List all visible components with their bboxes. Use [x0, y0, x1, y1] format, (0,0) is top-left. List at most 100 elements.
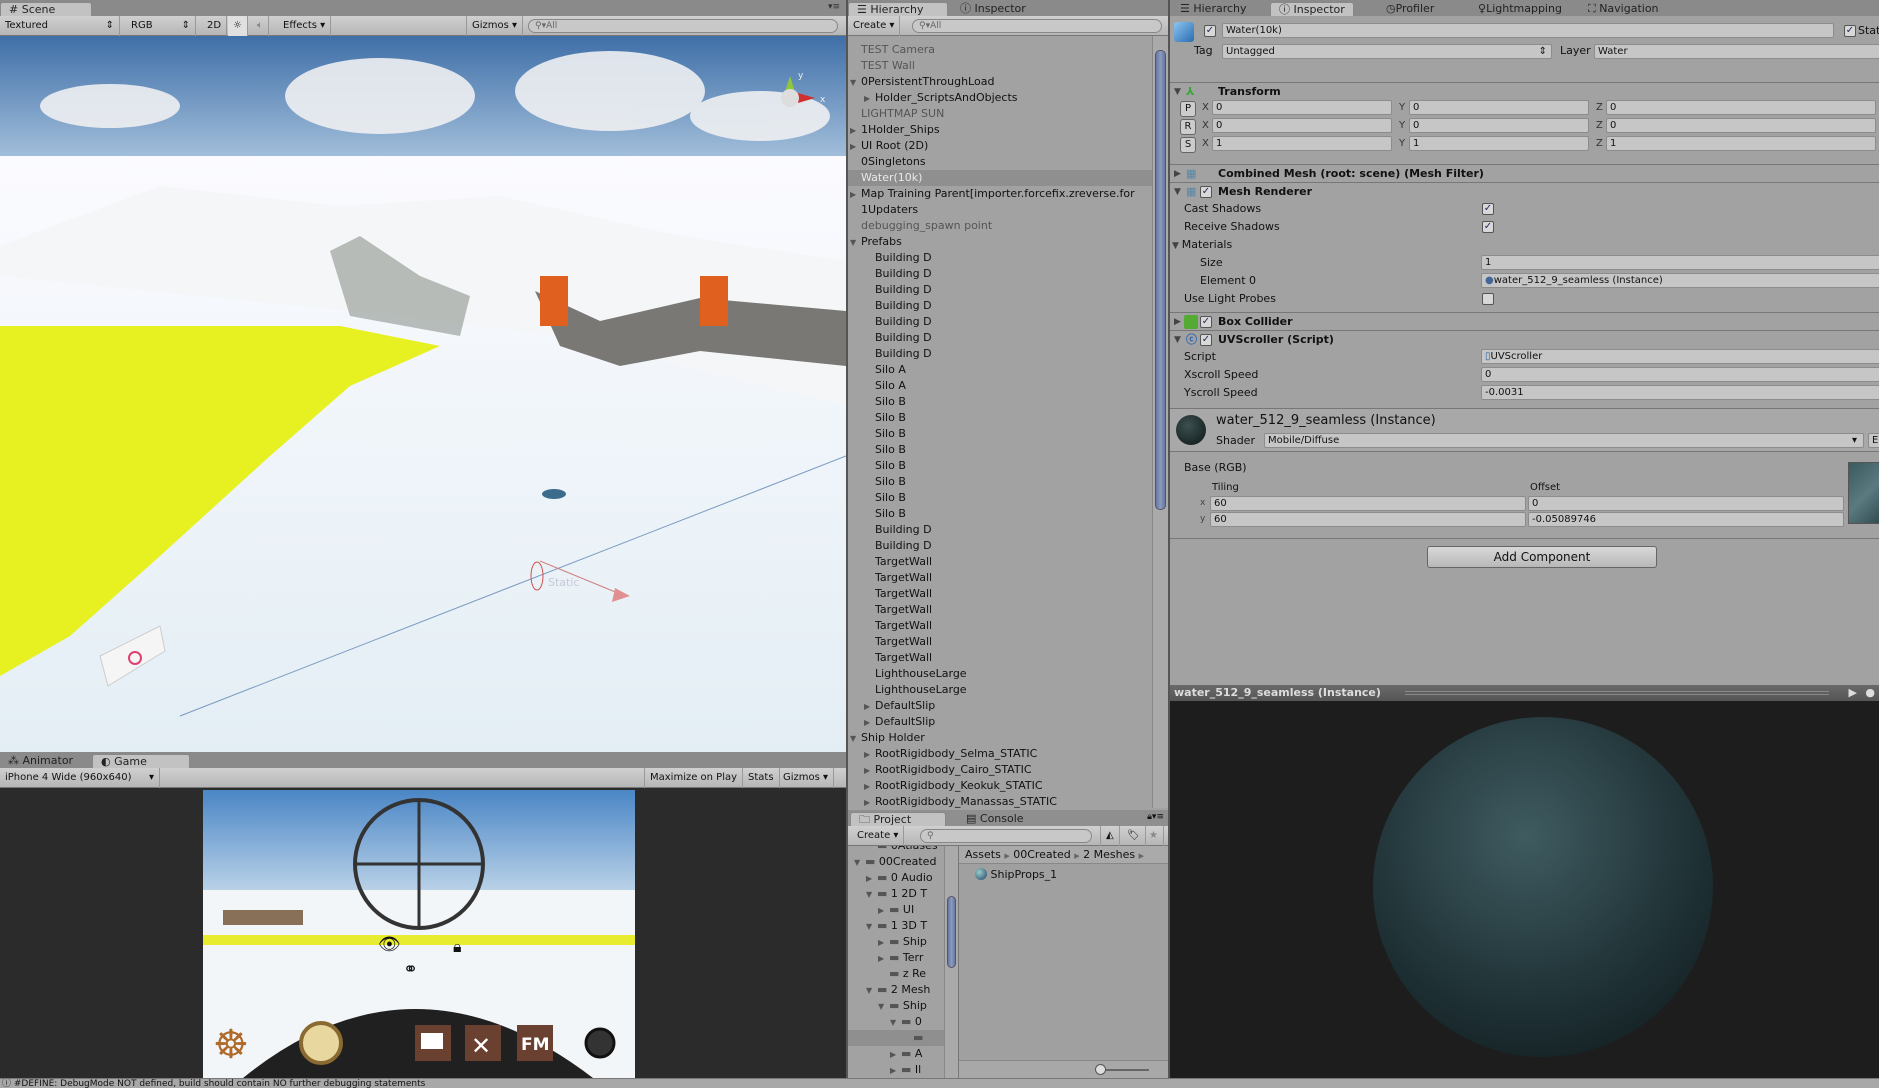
panel-menu-icon[interactable]: ▾≡ [828, 2, 840, 12]
hierarchy-item[interactable]: 0Singletons [848, 154, 1152, 170]
tab-scene[interactable]: # Scene [0, 2, 92, 16]
hierarchy-item[interactable]: Water(10k) [848, 170, 1152, 186]
tab-console[interactable]: ▤ Console [958, 812, 1032, 826]
hierarchy-item[interactable]: Building D [848, 330, 1152, 346]
foldout-arrow-icon[interactable]: ▶ [878, 951, 889, 966]
hierarchy-item[interactable]: 1Updaters [848, 202, 1152, 218]
tab-game[interactable]: ◐ Game [92, 754, 190, 768]
scrollbar-thumb[interactable] [947, 896, 956, 968]
stats-toggle[interactable]: Stats [743, 768, 780, 788]
xscroll-speed-input[interactable]: 0 [1481, 367, 1879, 382]
hierarchy-item[interactable]: ▶ UI Root (2D) [848, 138, 1152, 154]
foldout-arrow-icon[interactable]: ▶ [864, 747, 875, 762]
tiling-y-input[interactable]: 60 [1210, 512, 1526, 527]
foldout-arrow-icon[interactable]: ▼ [890, 1015, 901, 1030]
hierarchy-item[interactable]: Building D [848, 266, 1152, 282]
scene-viewport[interactable]: Static y x [0, 36, 846, 752]
transform-header[interactable]: ▼ ⅄ Transform [1170, 82, 1879, 100]
foldout-arrow-icon[interactable]: ▶ [864, 795, 875, 808]
resolution-dropdown[interactable]: iPhone 4 Wide (960x640) ▾ [0, 768, 160, 788]
hierarchy-item[interactable]: Silo B [848, 394, 1152, 410]
hierarchy-item[interactable]: ▶ RootRigidbody_Manassas_STATIC [848, 794, 1152, 808]
add-component-button[interactable]: Add Component [1427, 546, 1657, 568]
hierarchy-item[interactable]: ▶ DefaultSlip [848, 698, 1152, 714]
project-folder[interactable]: ▶ ▬ Terr [848, 950, 944, 966]
uvscroller-enabled-checkbox[interactable]: ✓ [1200, 334, 1212, 346]
hierarchy-item[interactable]: TargetWall [848, 650, 1152, 666]
hierarchy-item[interactable]: debugging_spawn point [848, 218, 1152, 234]
foldout-arrow-icon[interactable]: ▶ [878, 935, 889, 950]
tab-hierarchy-2[interactable]: ☰ Hierarchy [1172, 2, 1255, 16]
foldout-arrow-icon[interactable]: ▶ [850, 123, 861, 138]
foldout-arrow-icon[interactable]: ▶ [890, 1047, 901, 1062]
hierarchy-item[interactable]: Silo A [848, 378, 1152, 394]
project-folder[interactable]: ▶ ▬ A [848, 1046, 944, 1062]
shader-edit-button[interactable]: E [1868, 433, 1879, 448]
transform-s-y-input[interactable]: 1 [1409, 136, 1589, 151]
game-gizmos-dropdown[interactable]: Gizmos ▾ [778, 768, 835, 788]
thumbnail-size-slider[interactable] [1099, 1069, 1149, 1071]
tab-inspector[interactable]: ⓘ Inspector [1270, 2, 1354, 16]
hierarchy-item[interactable]: Building D [848, 346, 1152, 362]
project-folder[interactable]: ▼ ▬ 1 2D T [848, 886, 944, 902]
hierarchy-item[interactable]: ▶ RootRigidbody_Cairo_STATIC [848, 762, 1152, 778]
box-collider-header[interactable]: ▶ ✓ Box Collider [1170, 312, 1879, 330]
hierarchy-item[interactable]: Silo B [848, 426, 1152, 442]
hierarchy-item[interactable]: TEST Wall [848, 58, 1152, 74]
maximize-on-play-toggle[interactable]: Maximize on Play [644, 768, 744, 788]
transform-r-button[interactable]: R [1180, 119, 1196, 135]
foldout-arrow-icon[interactable]: ▶ [866, 871, 877, 886]
hierarchy-item[interactable]: LighthouseLarge [848, 682, 1152, 698]
layer-dropdown[interactable]: Water [1594, 44, 1879, 59]
transform-r-x-input[interactable]: 0 [1212, 118, 1392, 133]
transform-p-y-input[interactable]: 0 [1409, 100, 1589, 115]
transform-s-button[interactable]: S [1180, 137, 1196, 153]
foldout-arrow-icon[interactable]: ▼ [854, 855, 865, 870]
hierarchy-item[interactable]: ▼ Ship Holder [848, 730, 1152, 746]
tab-animator[interactable]: ⁂ Animator [0, 754, 81, 768]
foldout-arrow-icon[interactable]: ▶ [864, 715, 875, 730]
hierarchy-item[interactable]: Silo B [848, 474, 1152, 490]
transform-p-x-input[interactable]: 0 [1212, 100, 1392, 115]
project-folder[interactable]: ▶ ▬ UI [848, 902, 944, 918]
hierarchy-item[interactable]: ▶ Map Training Parent[importer.forcefix.z… [848, 186, 1152, 202]
active-checkbox[interactable]: ✓ [1204, 25, 1216, 37]
foldout-arrow-icon[interactable]: ▼ [878, 999, 889, 1014]
play-icon[interactable]: ▶ [1849, 685, 1857, 701]
hierarchy-item[interactable]: ▶ Holder_ScriptsAndObjects [848, 90, 1152, 106]
project-search-input[interactable]: ⚲ [920, 829, 1092, 843]
cast-shadows-checkbox[interactable]: ✓ [1482, 203, 1494, 215]
tab-inspector-secondary[interactable]: ⓘ Inspector [952, 2, 1034, 16]
shader-dropdown[interactable]: Mobile/Diffuse ▾ [1264, 433, 1864, 448]
foldout-arrow-icon[interactable]: ▼ [850, 731, 861, 746]
materials-size-input[interactable]: 1 [1481, 255, 1879, 270]
hierarchy-item[interactable]: ▶ RootRigidbody_Keokuk_STATIC [848, 778, 1152, 794]
offset-x-input[interactable]: 0 [1528, 496, 1844, 511]
project-folder[interactable]: ▶ ▬ Ship [848, 934, 944, 950]
foldout-arrow-icon[interactable]: ▼ [866, 887, 877, 902]
hierarchy-item[interactable]: LighthouseLarge [848, 666, 1152, 682]
transform-s-x-input[interactable]: 1 [1212, 136, 1392, 151]
lock-icon[interactable]: 🔒︎▾≡ [1147, 812, 1164, 822]
foldout-arrow-icon[interactable]: ▶ [890, 1063, 901, 1078]
transform-s-z-input[interactable]: 1 [1606, 136, 1876, 151]
hierarchy-item[interactable]: TargetWall [848, 618, 1152, 634]
project-folder[interactable]: ▼ ▬ Ship [848, 998, 944, 1014]
render-mode-dropdown[interactable]: Textured ⇕ [0, 16, 120, 36]
project-tree-scrollbar[interactable] [944, 846, 958, 1078]
project-folder[interactable]: ▼ ▬ 1 3D T [848, 918, 944, 934]
breadcrumb-00created[interactable]: 00Created [1013, 848, 1071, 861]
hierarchy-item[interactable]: ▼ Prefabs [848, 234, 1152, 250]
project-folder[interactable]: ▬ z Re [848, 966, 944, 982]
filter-by-label-icon[interactable]: 🏷︎ [1122, 826, 1146, 846]
hierarchy-item[interactable]: ▶ DefaultSlip [848, 714, 1152, 730]
slider-handle[interactable] [1095, 1064, 1106, 1075]
hierarchy-search-input[interactable]: ⚲▾All [912, 19, 1162, 33]
tag-dropdown[interactable]: Untagged ⇕ [1222, 44, 1552, 59]
hierarchy-item[interactable]: Building D [848, 298, 1152, 314]
element0-material-field[interactable]: ●water_512_9_seamless (Instance) [1481, 273, 1879, 288]
static-checkbox[interactable]: ✓ [1844, 25, 1856, 37]
hierarchy-item[interactable]: Silo B [848, 410, 1152, 426]
mesh-renderer-header[interactable]: ▼ ▦ ✓ Mesh Renderer [1170, 182, 1879, 200]
mesh-filter-header[interactable]: ▶ ▦ Combined Mesh (root: scene) (Mesh Filt… [1170, 164, 1879, 182]
